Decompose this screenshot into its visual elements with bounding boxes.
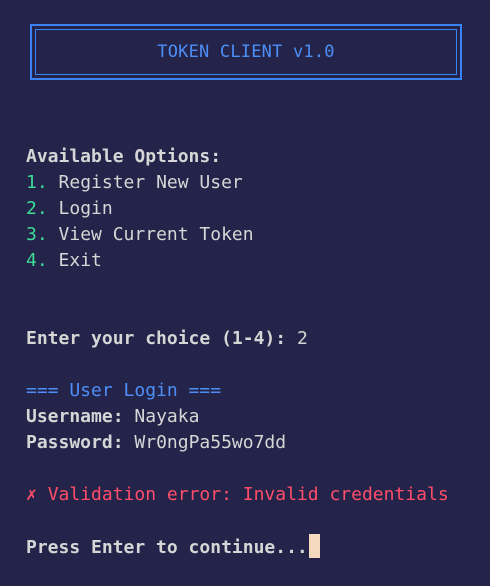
terminal-cursor[interactable] xyxy=(308,534,320,558)
title-banner: TOKEN CLIENT v1.0 xyxy=(30,24,462,80)
menu-item-number: 4. xyxy=(26,250,48,271)
password-value: Wr0ngPa55wo7dd xyxy=(134,432,287,453)
continue-line: Press Enter to continue... xyxy=(26,534,320,560)
username-value: Nayaka xyxy=(134,406,200,427)
menu-item-register: 1. Register New User xyxy=(26,170,243,196)
password-line: Password: Wr0ngPa55wo7dd xyxy=(26,430,286,456)
password-label: Password: xyxy=(26,432,124,453)
menu-item-number: 2. xyxy=(26,198,48,219)
continue-prompt: Press Enter to continue... xyxy=(26,537,308,558)
menu-item-number: 1. xyxy=(26,172,48,193)
login-heading: === User Login === xyxy=(26,380,222,401)
menu-item-number: 3. xyxy=(26,224,48,245)
menu-heading: Available Options: xyxy=(26,146,222,167)
choice-prompt-line: Enter your choice (1-4): 2 xyxy=(26,326,308,352)
choice-prompt-label: Enter your choice (1-4): xyxy=(26,328,287,349)
error-line: ✗ Validation error: Invalid credentials xyxy=(26,482,449,508)
menu-item-view-token: 3. View Current Token xyxy=(26,222,254,248)
username-label: Username: xyxy=(26,406,124,427)
terminal-window[interactable]: TOKEN CLIENT v1.0 Available Options: 1. … xyxy=(0,0,490,586)
error-cross-icon: ✗ xyxy=(26,484,37,505)
menu-item-exit: 4. Exit xyxy=(26,248,102,274)
menu-item-login: 2. Login xyxy=(26,196,113,222)
error-message: Validation error: Invalid credentials xyxy=(47,484,449,505)
username-line: Username: Nayaka xyxy=(26,404,199,430)
menu-item-label: Register New User xyxy=(58,172,243,193)
menu-item-label: Login xyxy=(58,198,113,219)
title-banner-inner: TOKEN CLIENT v1.0 xyxy=(35,29,457,75)
choice-prompt-value: 2 xyxy=(296,328,308,349)
menu-item-label: View Current Token xyxy=(58,224,254,245)
menu-item-label: Exit xyxy=(58,250,102,271)
app-title: TOKEN CLIENT v1.0 xyxy=(157,42,335,62)
